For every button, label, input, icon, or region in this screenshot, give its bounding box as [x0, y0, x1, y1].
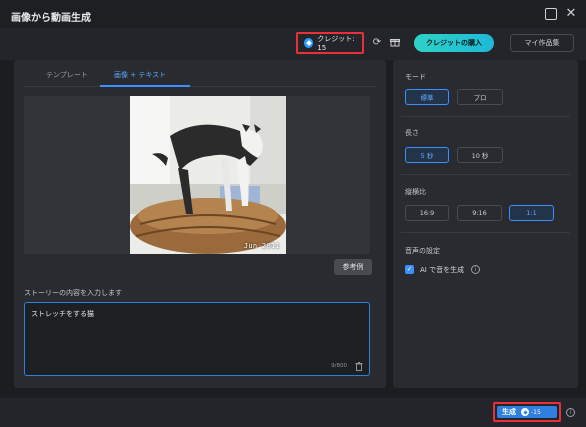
story-text-value: ストレッチをする猫: [31, 310, 94, 318]
generate-cost: -15: [521, 408, 541, 416]
tab-template[interactable]: テンプレート: [46, 70, 88, 80]
aspect-option-9-16[interactable]: 9:16: [457, 205, 502, 221]
story-textarea[interactable]: ストレッチをする猫 9/800: [24, 302, 370, 376]
aspect-option-16-9[interactable]: 16:9: [405, 205, 449, 221]
mode-option-pro[interactable]: プロ: [457, 89, 503, 105]
story-char-count: 9/800: [331, 363, 347, 369]
example-button[interactable]: 参考例: [334, 259, 372, 275]
mode-option-standard[interactable]: 標準: [405, 89, 449, 105]
credits-display: クレジット: 15: [296, 32, 364, 54]
maximize-icon[interactable]: [545, 8, 557, 20]
close-icon[interactable]: ✕: [565, 7, 577, 20]
mode-label: モード: [405, 73, 426, 81]
generate-button[interactable]: 生成 -15: [497, 406, 557, 418]
settings-panel: モード 標準 プロ 長さ 5 秒 10 秒 縦横比 16:9 9:16 1:1 …: [393, 60, 578, 388]
credits-label: クレジット: 15: [317, 35, 355, 52]
tab-active-indicator: [100, 85, 190, 87]
story-input-label: ストーリーの内容を入力します: [24, 289, 122, 297]
image-preview-area: Jun 2011: [24, 96, 370, 254]
audio-label: 音声の設定: [405, 247, 440, 255]
footer-bar: 生成 -15 i: [0, 398, 586, 427]
buy-credits-button[interactable]: クレジットの購入: [414, 34, 494, 52]
tab-divider: [24, 86, 376, 87]
length-label: 長さ: [405, 129, 419, 137]
generate-highlight: 生成 -15: [493, 402, 561, 422]
photo-date-stamp: Jun 2011: [243, 242, 280, 250]
trash-icon[interactable]: [355, 362, 363, 371]
tab-image-text[interactable]: 画像 + テキスト: [114, 70, 166, 80]
uploaded-cat-photo[interactable]: Jun 2011: [130, 96, 286, 254]
info-icon[interactable]: i: [566, 408, 575, 417]
aspect-label: 縦横比: [405, 188, 426, 196]
divider: [401, 174, 570, 175]
ai-sound-label: AI で音を生成: [420, 266, 465, 274]
refresh-icon[interactable]: ⟳: [371, 37, 383, 49]
divider: [401, 116, 570, 117]
title-bar: 画像から動画生成 ✕: [0, 0, 586, 28]
my-works-button[interactable]: マイ作品集: [510, 34, 574, 52]
length-option-10s[interactable]: 10 秒: [457, 147, 503, 163]
aspect-option-1-1[interactable]: 1:1: [509, 205, 554, 221]
generate-label: 生成: [502, 408, 516, 416]
generate-cost-value: -15: [531, 408, 541, 416]
info-icon[interactable]: i: [471, 265, 480, 274]
credit-coin-icon: [304, 38, 314, 48]
toolbar: クレジット: 15 ⟳ クレジットの購入 マイ作品集: [0, 28, 586, 60]
ai-sound-checkbox[interactable]: ✓: [405, 265, 414, 274]
length-option-5s[interactable]: 5 秒: [405, 147, 449, 163]
window-title: 画像から動画生成: [11, 13, 91, 24]
gift-icon[interactable]: [389, 37, 401, 49]
divider: [401, 232, 570, 233]
input-panel: テンプレート 画像 + テキスト Jun 2011 参考例 ストーリーの内容を入…: [14, 60, 386, 388]
credit-coin-icon: [521, 408, 529, 416]
